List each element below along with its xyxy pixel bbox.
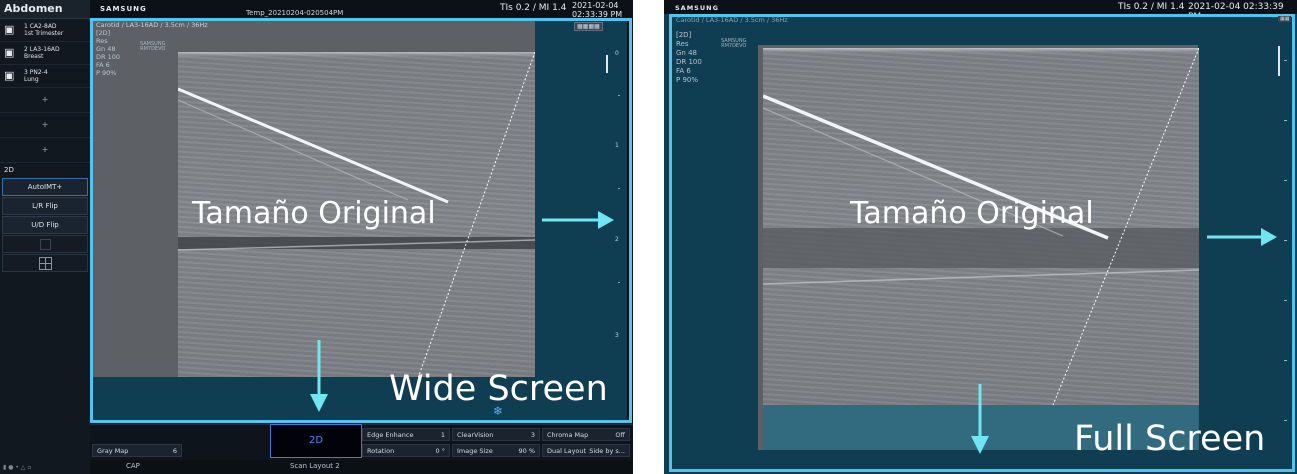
date-time: 2021-02-04 02:33:39 PM [572, 1, 623, 19]
image-size-control[interactable]: Image Size 90 % [452, 444, 540, 457]
top-bar: SAMSUNG Temp_20210204-020504PM TIs 0.2 /… [90, 0, 633, 19]
image-toolbar[interactable]: ▦▦ [1278, 16, 1292, 22]
left-screenshot-wide: Abdomen ▣ 1 CA2-8AD 1st Trimester ▣ 2 LA… [0, 0, 633, 474]
add-slot[interactable]: + [0, 113, 90, 138]
freeze-icon[interactable]: ❄ [493, 404, 503, 418]
probe-item-1[interactable]: ▣ 1 CA2-8AD 1st Trimester [0, 19, 90, 42]
tis-mi-readout: TIs 0.2 / MI 1.4 [500, 3, 567, 13]
full-screen-label: Full Screen [1074, 419, 1266, 459]
right-screenshot-full: SAMSUNG TIs 0.2 / MI 1.4 2021-02-04 02:3… [664, 0, 1297, 474]
status-icons: ▮ ● • △ ▫ [3, 464, 32, 471]
arrow-right-icon [542, 211, 614, 229]
tissue-line [763, 269, 1199, 285]
wide-screen-label: Wide Screen [389, 369, 608, 409]
patient-temp-name: Temp_20210204-020504PM [246, 9, 344, 17]
chroma-map-control[interactable]: Chroma Map Off [542, 428, 630, 441]
add-slot[interactable]: + [0, 88, 90, 113]
single-layout-button[interactable] [2, 235, 88, 253]
rotation-control[interactable]: Rotation 0 ° [362, 444, 450, 457]
cap-indicator: CAP [126, 462, 140, 470]
probe-icon: ▣ [4, 69, 15, 82]
grid-icon [38, 256, 52, 270]
probe-icon: ▣ [4, 23, 15, 36]
gray-map-control[interactable]: Gray Map 6 [92, 444, 182, 457]
dual-layout-control[interactable]: Dual Layout Side by s... [542, 444, 630, 457]
arrow-down-icon [310, 340, 328, 412]
top-bar: SAMSUNG TIs 0.2 / MI 1.4 2021-02-04 02:3… [664, 0, 1297, 22]
ud-flip-button[interactable]: U/D Flip [2, 216, 88, 234]
original-size-label: Tamaño Original [192, 196, 436, 231]
image-logo: SAMSUNG RM7DEVO [721, 38, 747, 49]
original-size-label: Tamaño Original [850, 196, 1094, 231]
focus-marker [1278, 46, 1280, 76]
probe-item-3[interactable]: ▣ 3 PN2-4 Lung [0, 65, 90, 88]
add-slot[interactable]: + [0, 138, 90, 163]
edge-enhance-control[interactable]: Edge Enhance 1 [362, 428, 450, 441]
quad-layout-button[interactable] [2, 254, 88, 272]
clearvision-control[interactable]: ClearVision 3 [452, 428, 540, 441]
brand-logo: SAMSUNG [100, 5, 147, 13]
brand-logo: SAMSUNG [675, 4, 719, 12]
status-bar: CAP Scan Layout 2 [90, 460, 633, 474]
autoimt-button[interactable]: AutoIMT+ [2, 178, 88, 196]
preset-title[interactable]: Abdomen [0, 0, 90, 19]
dark-band [763, 228, 1199, 268]
tis-mi-readout: TIs 0.2 / MI 1.4 [1118, 2, 1185, 12]
depth-scale [1282, 40, 1294, 460]
square-icon [39, 238, 51, 250]
sidebar: Abdomen ▣ 1 CA2-8AD 1st Trimester ▣ 2 LA… [0, 0, 91, 474]
scan-layout-label: Scan Layout 2 [290, 462, 340, 470]
mode-label: 2D [4, 166, 14, 174]
lr-flip-button[interactable]: L/R Flip [2, 197, 88, 215]
mode-2d-indicator[interactable]: 2D [270, 424, 362, 458]
probe-icon: ▣ [4, 46, 15, 59]
arrow-right-icon [1207, 228, 1277, 246]
arrow-down-icon [971, 384, 989, 454]
image-info: [2D] Res Gn 48 DR 100 FA 6 P 90% [676, 31, 702, 84]
probe-line: Carotid / LA3-16AD / 3.5cm / 36Hz [676, 16, 788, 24]
probe-item-2[interactable]: ▣ 2 LA3-16AD Breast [0, 42, 90, 65]
